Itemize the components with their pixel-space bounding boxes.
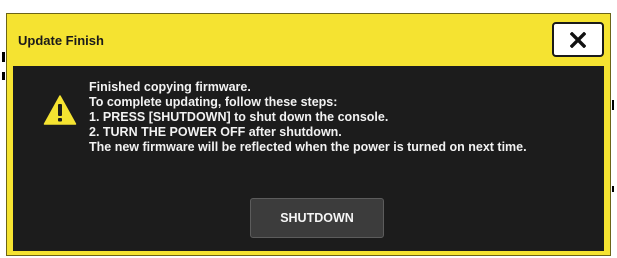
background-divider (612, 186, 614, 192)
shutdown-button-label: SHUTDOWN (280, 211, 354, 225)
message-line: The new firmware will be reflected when … (89, 140, 527, 154)
close-button[interactable] (552, 22, 604, 57)
close-icon (570, 31, 586, 48)
message-line: 2. TURN THE POWER OFF after shutdown. (89, 125, 342, 139)
update-finish-dialog: Update Finish Finished copying firmware.… (6, 13, 611, 256)
message-line: To complete updating, follow these steps… (89, 95, 338, 109)
warning-triangle-icon (43, 95, 77, 125)
shutdown-button[interactable]: SHUTDOWN (250, 198, 384, 238)
dialog-message: Finished copying firmware. To complete u… (89, 80, 599, 155)
dialog-title: Update Finish (18, 33, 104, 48)
dialog-body: Finished copying firmware. To complete u… (13, 66, 604, 251)
dialog-titlebar: Update Finish (7, 14, 610, 66)
message-line: Finished copying firmware. (89, 80, 251, 94)
background-divider (612, 100, 614, 110)
background-divider (2, 72, 5, 80)
background-divider (2, 52, 5, 62)
message-line: 1. PRESS [SHUTDOWN] to shut down the con… (89, 110, 389, 124)
